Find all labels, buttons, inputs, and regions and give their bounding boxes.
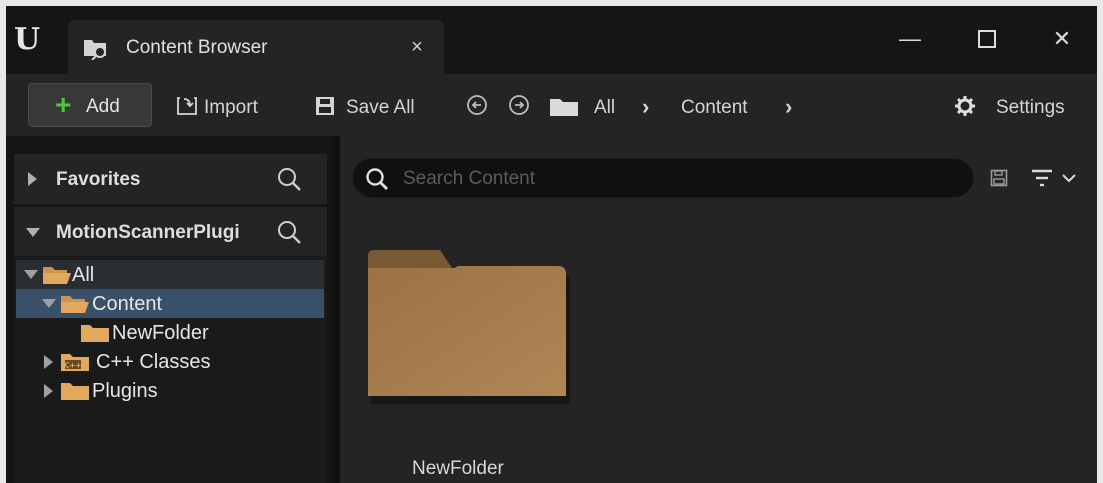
search-input[interactable] — [403, 168, 943, 190]
folder-tree: All Content NewFolder C++ C++ Classes Pl… — [14, 256, 327, 483]
import-button[interactable]: Import — [176, 84, 288, 126]
collapsed-arrow-icon — [28, 172, 37, 186]
folder-icon — [81, 325, 109, 342]
tree-label: All — [72, 264, 95, 286]
large-folder-icon — [368, 250, 570, 404]
filter-icon — [1032, 169, 1052, 187]
expanded-arrow-icon — [26, 228, 40, 237]
panel-splitter[interactable] — [332, 136, 340, 483]
title-bar[interactable]: U Content Browser × — ✕ — [6, 6, 1097, 74]
search-icon[interactable] — [276, 219, 302, 245]
filter-dropdown-button[interactable] — [1030, 164, 1090, 192]
folder-icon — [550, 99, 578, 116]
toolbar: + Add Import Save All All › Content › Se… — [6, 74, 1097, 136]
add-button[interactable]: + Add — [28, 83, 152, 127]
settings-button[interactable]: Settings — [950, 84, 1084, 126]
sources-panel: Favorites MotionScannerPlugi All Content… — [6, 136, 332, 483]
folder-icon — [61, 383, 89, 400]
minimize-button[interactable]: — — [892, 24, 928, 54]
tree-label: C++ Classes — [96, 351, 211, 373]
tree-item-newfolder[interactable]: NewFolder — [16, 318, 324, 347]
svg-text:C++: C++ — [65, 362, 82, 370]
save-icon — [316, 97, 334, 115]
tab-label: Content Browser — [126, 37, 268, 58]
settings-label: Settings — [996, 97, 1065, 118]
breadcrumb-chevron-icon[interactable]: › — [785, 95, 792, 119]
breadcrumb-all[interactable]: All — [594, 97, 615, 119]
search-icon[interactable] — [276, 166, 302, 192]
collapsed-arrow-icon — [44, 384, 53, 398]
tree-item-content[interactable]: Content — [16, 289, 324, 318]
tree-label: NewFolder — [112, 322, 209, 344]
history-back-icon[interactable] — [466, 94, 488, 116]
cpp-folder-icon: C++ — [61, 354, 89, 371]
breadcrumb-content[interactable]: Content — [681, 97, 748, 119]
content-browser-window: U Content Browser × — ✕ + Add Import Sav… — [6, 6, 1097, 483]
chevron-down-icon — [1062, 174, 1076, 183]
save-all-label: Save All — [346, 97, 415, 118]
import-icon — [177, 97, 197, 115]
close-tab-icon[interactable]: × — [406, 36, 428, 58]
collapsed-arrow-icon — [44, 355, 53, 369]
favorites-section-header[interactable]: Favorites — [14, 154, 327, 204]
asset-view: NewFolder — [340, 136, 1097, 483]
plugin-section-header[interactable]: MotionScannerPlugi — [14, 207, 327, 257]
tree-label: Plugins — [92, 380, 158, 402]
import-label: Import — [204, 97, 258, 118]
tree-item-plugins[interactable]: Plugins — [16, 376, 324, 405]
gear-icon — [955, 96, 975, 116]
expanded-arrow-icon — [24, 270, 38, 279]
maximize-icon — [978, 30, 996, 48]
open-folder-icon — [43, 267, 71, 284]
tree-item-all[interactable]: All — [16, 260, 324, 289]
favorites-label: Favorites — [56, 169, 141, 190]
breadcrumb-chevron-icon[interactable]: › — [642, 95, 649, 119]
open-folder-icon — [61, 296, 89, 313]
plus-icon: + — [55, 89, 72, 120]
tree-item-cpp-classes[interactable]: C++ C++ Classes — [16, 347, 324, 376]
expanded-arrow-icon — [42, 299, 56, 308]
search-icon — [366, 168, 388, 190]
add-label: Add — [86, 96, 120, 117]
tab-content-browser[interactable]: Content Browser × — [68, 20, 444, 74]
plugin-section-label: MotionScannerPlugi — [56, 222, 240, 243]
save-all-button[interactable]: Save All — [314, 84, 440, 126]
search-bar[interactable] — [352, 158, 974, 198]
save-search-icon[interactable] — [990, 169, 1008, 187]
unreal-engine-logo-icon: U — [14, 22, 40, 57]
content-browser-icon — [84, 40, 106, 60]
tree-label: Content — [92, 293, 163, 315]
history-forward-icon[interactable] — [508, 94, 530, 116]
close-window-button[interactable]: ✕ — [1044, 24, 1080, 54]
maximize-button[interactable] — [969, 24, 1005, 54]
asset-name-label: NewFolder — [412, 458, 504, 479]
